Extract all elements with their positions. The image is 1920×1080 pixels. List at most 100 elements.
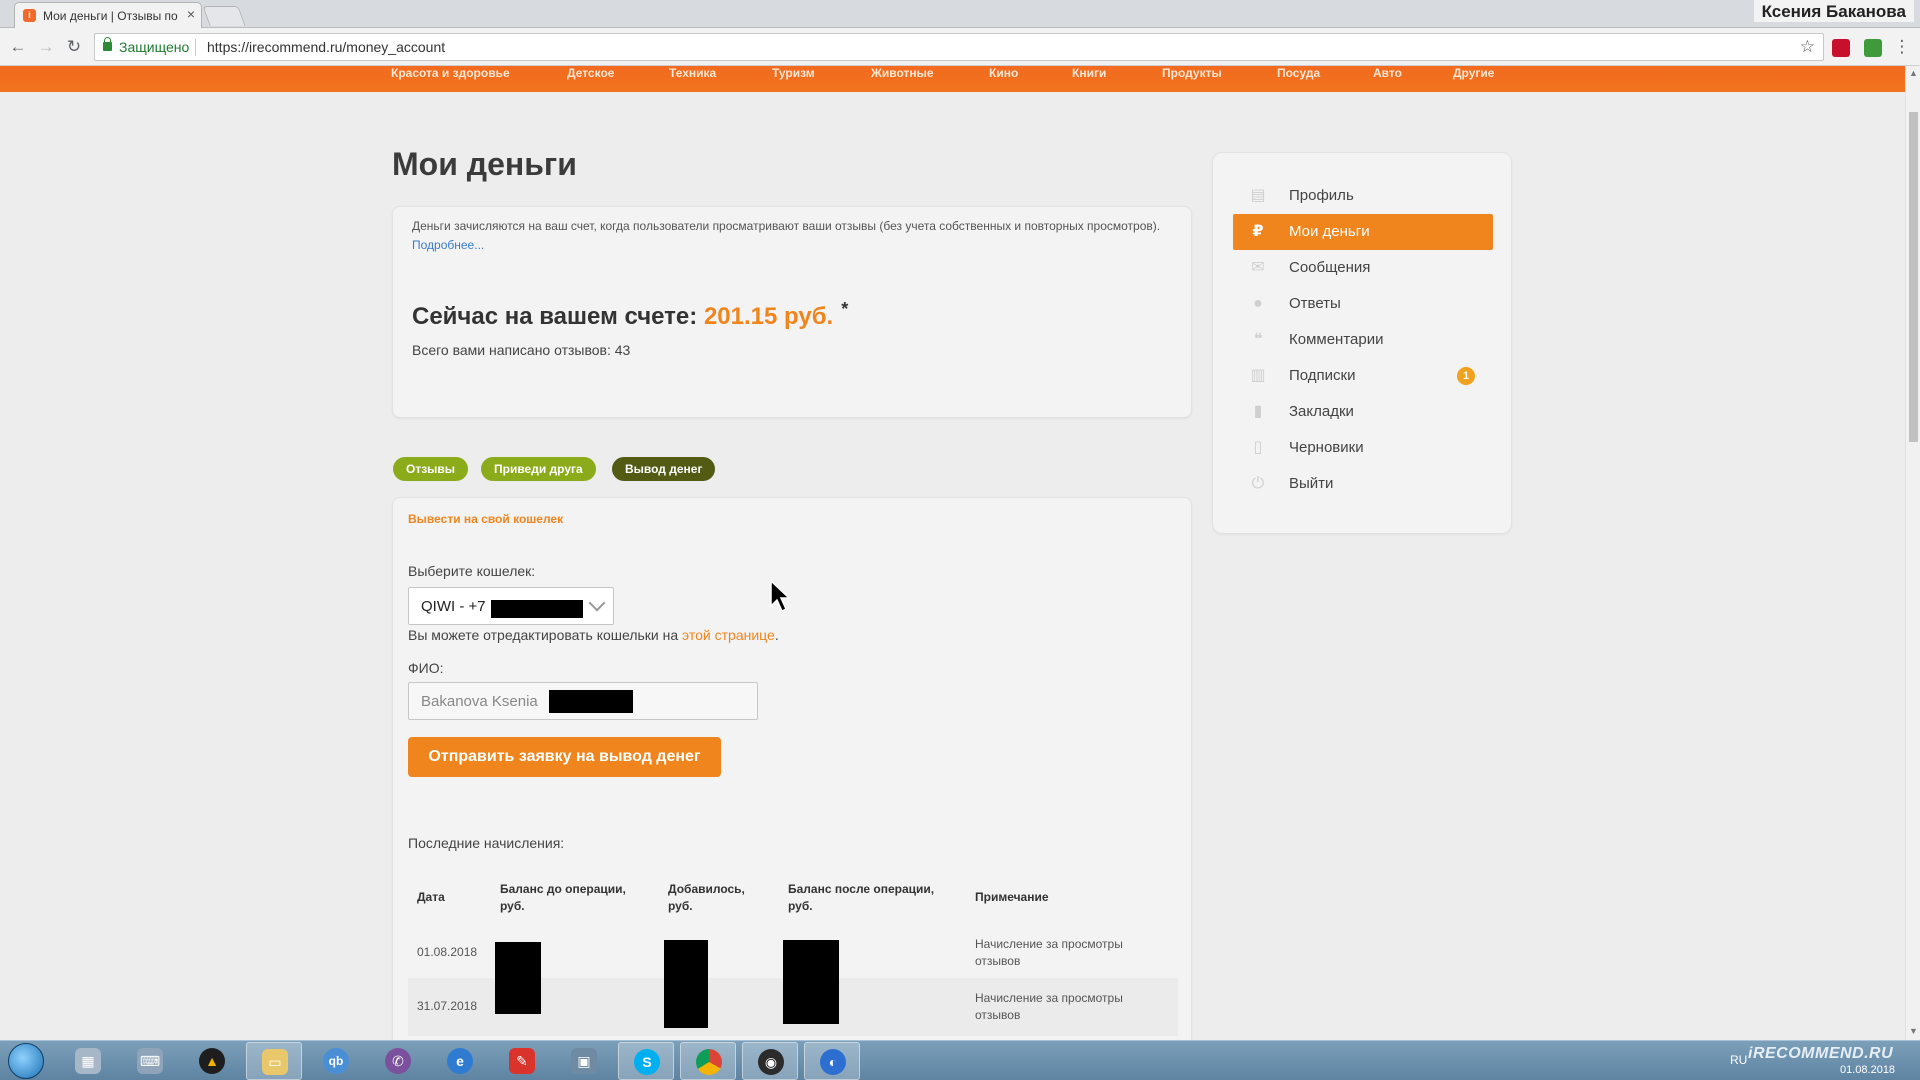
- taskbar-app[interactable]: ▲: [184, 1042, 240, 1080]
- sidebar-item-profile[interactable]: ▤ Профиль: [1233, 178, 1493, 214]
- page-title: Мои деньги: [392, 146, 577, 182]
- scroll-down-arrow-icon[interactable]: ▼: [1909, 1026, 1918, 1036]
- taskbar-app[interactable]: ✎: [494, 1042, 550, 1080]
- sidebar-item-money[interactable]: ₽ Мои деньги: [1233, 214, 1493, 250]
- taskbar-app[interactable]: ▭: [246, 1042, 302, 1080]
- category-link[interactable]: Туризм: [772, 66, 815, 80]
- wallet-edit-hint-text: Вы можете отредактировать кошельки на: [408, 627, 679, 643]
- windows-app-icon: ▣: [571, 1048, 597, 1074]
- page-scrollbar[interactable]: ▲ ▼: [1905, 66, 1920, 1040]
- fio-field[interactable]: Bakanova Ksenia: [408, 682, 758, 720]
- id-card-icon: ▤: [1250, 187, 1266, 204]
- sidebar-item-subscriptions[interactable]: ▥ Подписки 1: [1233, 358, 1493, 394]
- sidebar-item-bookmarks[interactable]: ▮ Закладки: [1233, 394, 1493, 430]
- category-link[interactable]: Книги: [1072, 66, 1106, 80]
- category-link[interactable]: Красота и здоровье: [391, 66, 510, 80]
- wallet-edit-link[interactable]: этой странице: [682, 627, 775, 643]
- chat-bubble-icon: ●: [1253, 295, 1263, 312]
- row-date: 01.08.2018: [417, 945, 478, 959]
- category-link[interactable]: Авто: [1373, 66, 1402, 80]
- scrollbar-thumb[interactable]: [1909, 112, 1918, 442]
- tab-close-icon[interactable]: ×: [187, 6, 195, 22]
- wallet-label: Выберите кошелек:: [408, 563, 536, 579]
- sidebar-item-label: Закладки: [1289, 403, 1354, 420]
- draft-file-icon: ▯: [1253, 439, 1263, 456]
- wallet-edit-hint-period: .: [774, 627, 779, 643]
- row-note: Начисление за просмотры отзывов: [975, 991, 1123, 1022]
- taskbar-app[interactable]: qb: [308, 1042, 364, 1080]
- taskbar-app[interactable]: ⌨: [122, 1042, 178, 1080]
- bookmark-icon: ▮: [1253, 403, 1263, 420]
- column-header-date: Дата: [417, 890, 445, 904]
- recent-charges-label: Последние начисления:: [408, 835, 565, 851]
- category-link[interactable]: Кино: [989, 66, 1018, 80]
- new-tab-button[interactable]: [202, 6, 246, 26]
- tab-invite-friend[interactable]: Приведи друга: [481, 457, 596, 481]
- withdraw-section-label: Вывести на свой кошелек: [408, 512, 564, 526]
- sidebar-item-answers[interactable]: ● Ответы: [1233, 286, 1493, 322]
- clock-date[interactable]: 01.08.2018: [1840, 1064, 1895, 1076]
- withdraw-card: Вывести на свой кошелек Выберите кошелек…: [392, 497, 1192, 1057]
- forward-arrow-icon[interactable]: →: [36, 37, 56, 57]
- more-info-link[interactable]: Подробнее...: [412, 238, 484, 252]
- bookmark-star-icon[interactable]: ☆: [1800, 37, 1815, 57]
- category-link[interactable]: Продукты: [1162, 66, 1222, 80]
- back-arrow-icon[interactable]: ←: [8, 37, 28, 57]
- viber-icon: ✆: [385, 1048, 411, 1074]
- shield-extension-icon[interactable]: [1864, 39, 1882, 57]
- category-link[interactable]: Посуда: [1277, 66, 1320, 80]
- browser-profile-name[interactable]: Ксения Баканова: [1753, 0, 1914, 22]
- redacted-balance-after: [783, 940, 839, 1024]
- category-link[interactable]: Животные: [871, 66, 934, 80]
- category-link[interactable]: Детское: [567, 66, 614, 80]
- taskbar-app[interactable]: ✆: [370, 1042, 426, 1080]
- submit-withdraw-button[interactable]: Отправить заявку на вывод денег: [408, 737, 721, 777]
- browser-tab-strip: i Мои деньги | Отзывы по × Ксения Бакано…: [0, 0, 1920, 28]
- taskbar-app[interactable]: ▣: [556, 1042, 612, 1080]
- wallet-edit-hint: Вы можете отредактировать кошельки на эт…: [408, 627, 779, 643]
- power-icon: ⏻: [1251, 475, 1265, 492]
- address-bar[interactable]: Защищено https://irecommend.ru/money_acc…: [94, 33, 1824, 61]
- scroll-up-arrow-icon[interactable]: ▲: [1909, 68, 1918, 78]
- subscriptions-icon: ▥: [1250, 367, 1266, 384]
- taskbar-app[interactable]: ◉: [742, 1042, 798, 1080]
- tab-withdraw[interactable]: Вывод денег: [612, 457, 716, 481]
- sidebar-item-messages[interactable]: ✉ Сообщения: [1233, 250, 1493, 286]
- taskbar-app[interactable]: S: [618, 1042, 674, 1080]
- taskbar-app[interactable]: [680, 1042, 736, 1080]
- column-header-added: Добавилось, руб.: [668, 882, 745, 913]
- chrome-icon: [696, 1049, 722, 1075]
- account-sidebar: ▤ Профиль ₽ Мои деньги ✉ Сообщения ● Отв…: [1212, 152, 1512, 534]
- sidebar-item-comments[interactable]: ❝ Комментарии: [1233, 322, 1493, 358]
- windows-start-icon[interactable]: [8, 1043, 44, 1079]
- adblock-extension-icon[interactable]: [1832, 39, 1850, 57]
- balance-footnote-mark: *: [841, 299, 849, 319]
- sidebar-item-drafts[interactable]: ▯ Черновики: [1233, 430, 1493, 466]
- category-link[interactable]: Другие: [1453, 66, 1494, 80]
- category-link[interactable]: Техника: [669, 66, 716, 80]
- reload-icon[interactable]: ↻: [64, 37, 84, 57]
- sidebar-item-label: Профиль: [1289, 187, 1354, 204]
- tab-reviews[interactable]: Отзывы: [393, 457, 469, 481]
- irecommend-watermark: iRECOMMEND.RU: [1748, 1045, 1894, 1062]
- fio-field-value: Bakanova Ksenia: [421, 693, 538, 710]
- row-note: Начисление за просмотры отзывов: [975, 937, 1123, 968]
- balance-line: Сейчас на вашем счете: 201.15 руб. *: [412, 299, 848, 331]
- taskbar-app[interactable]: ◐: [804, 1042, 860, 1080]
- taskbar-app[interactable]: ▦: [60, 1042, 116, 1080]
- browser-menu-icon[interactable]: ⋮: [1892, 37, 1912, 57]
- qbittorrent-icon: qb: [323, 1048, 349, 1074]
- browser-tab[interactable]: i Мои деньги | Отзывы по ×: [14, 2, 202, 28]
- sidebar-item-label: Мои деньги: [1289, 223, 1370, 240]
- taskbar-app[interactable]: e: [432, 1042, 488, 1080]
- comments-icon: ❝: [1253, 331, 1263, 348]
- balance-amount: 201.15 руб.: [703, 303, 834, 330]
- info-description: Деньги зачисляются на ваш счет, когда по…: [412, 219, 1161, 233]
- wallet-select[interactable]: QIWI - +7: [408, 587, 614, 625]
- language-indicator[interactable]: RU: [1730, 1053, 1747, 1067]
- sidebar-item-logout[interactable]: ⏻ Выйти: [1233, 466, 1493, 502]
- sidebar-item-label: Выйти: [1289, 475, 1334, 492]
- url-text[interactable]: https://irecommend.ru/money_account: [207, 39, 445, 55]
- redacted-added: [664, 940, 708, 1028]
- redacted-balance-before: [495, 942, 541, 1014]
